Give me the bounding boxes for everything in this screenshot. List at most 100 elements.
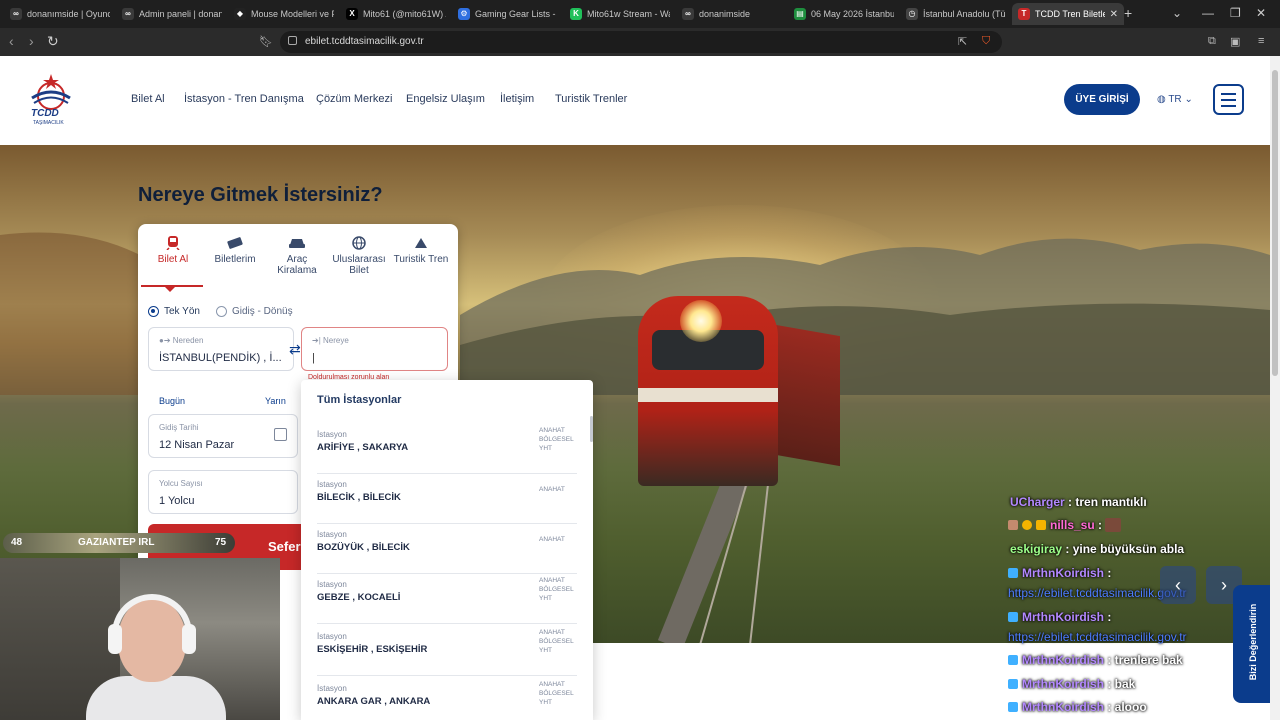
logo-subtext: TAŞIMACILIK	[33, 120, 64, 126]
scrollbar-thumb[interactable]	[1272, 70, 1278, 376]
station-name: ESKİŞEHİR , ESKİŞEHİR	[317, 644, 428, 655]
browser-tab[interactable]: ◆ Mouse Modelleri ve F	[228, 3, 340, 25]
browser-tab[interactable]: X Mito61 (@mito61W) /	[340, 3, 452, 25]
new-tab-icon[interactable]: +	[1124, 5, 1132, 21]
browser-tab[interactable]: ⚙ Gaming Gear Lists - P	[452, 3, 564, 25]
quick-date-tomorrow[interactable]: Yarın	[265, 396, 286, 406]
browser-tab[interactable]: K Mito61w Stream - Wa	[564, 3, 676, 25]
dropdown-scrollbar[interactable]	[590, 416, 593, 442]
station-option[interactable]: İstasyon BİLECİK , BİLECİK ANAHAT	[317, 474, 577, 524]
nav-engelsiz-ulasim[interactable]: Engelsiz Ulaşım	[406, 93, 485, 105]
browser-tab[interactable]: ∞ Admin paneli | donan	[116, 3, 228, 25]
trip-type-round-trip[interactable]: Gidiş - Dönüş	[216, 306, 293, 317]
chat-message: MrthnKoirdish :	[1008, 610, 1111, 624]
chat-badge-icon	[1036, 520, 1046, 530]
to-station-field[interactable]: ➔| Nereye |	[301, 327, 448, 371]
chevron-down-icon: ⌄	[1181, 94, 1193, 105]
tab-close-icon[interactable]: ✕	[1110, 9, 1118, 20]
quick-date-today[interactable]: Bugün	[159, 396, 185, 406]
tab-turistik-tren[interactable]: Turistik Tren	[390, 236, 452, 265]
site-header: TCDD TAŞIMACILIK Bilet Al İstasyon - Tre…	[0, 56, 1270, 145]
browser-tab-active[interactable]: T TCDD Tren Biletle ✕	[1012, 3, 1124, 25]
station-type: ANAHAT BÖLGESEL YHT	[539, 629, 574, 654]
chat-username: MrthnKoirdish	[1022, 653, 1104, 667]
tab-biletlerim[interactable]: Biletlerim	[204, 236, 266, 265]
passenger-count-field[interactable]: Yolcu Sayısı 1 Yolcu	[148, 470, 298, 514]
chat-text: tren mantıklı	[1075, 495, 1147, 509]
radio-label: Tek Yön	[164, 306, 200, 317]
station-option[interactable]: İstasyon ARİFİYE , SAKARYA ANAHAT BÖLGES…	[317, 424, 577, 474]
chat-message: MrthnKoirdish :	[1008, 566, 1111, 580]
trip-type-one-way[interactable]: Tek Yön	[148, 306, 200, 317]
feedback-tab[interactable]: Bizi Değerlendirin	[1233, 585, 1271, 703]
hamburger-menu-button[interactable]	[1213, 84, 1244, 115]
calendar-icon[interactable]	[274, 428, 287, 441]
wallet-icon[interactable]: ▣	[1230, 35, 1240, 48]
webcam-overlay	[0, 558, 280, 720]
tab-title: Mouse Modelleri ve F	[251, 9, 334, 19]
station-name: GEBZE , KOCAELİ	[317, 592, 401, 603]
station-option[interactable]: İstasyon ESKİŞEHİR , ESKİŞEHİR ANAHAT BÖ…	[317, 626, 577, 676]
tab-favicon-icon: ∞	[682, 8, 694, 20]
chat-badge-icon	[1022, 520, 1032, 530]
from-value: İSTANBUL(PENDİK) , İ...	[159, 352, 282, 364]
member-login-button[interactable]: ÜYE GİRİŞİ	[1064, 84, 1140, 115]
browser-tab[interactable]: ▤ 06 May 2026 İstanbul	[788, 3, 900, 25]
tab-favicon-icon: ⚙	[458, 8, 470, 20]
back-icon[interactable]: ‹	[9, 33, 14, 49]
browser-menu-icon[interactable]: ≡	[1258, 35, 1264, 47]
url-text: ebilet.tcddtasimacilik.gov.tr	[305, 36, 424, 47]
tab-bilet-al[interactable]: Bilet Al	[142, 236, 204, 265]
station-type: ANAHAT BÖLGESEL YHT	[539, 681, 574, 706]
close-window-icon[interactable]: ✕	[1256, 6, 1266, 20]
tab-title: Mito61w Stream - Wa	[587, 9, 670, 19]
chat-message: MrthnKoirdish : trenlere bak	[1008, 653, 1183, 667]
nav-iletisim[interactable]: İletişim	[500, 93, 534, 105]
chat-separator: :	[1104, 610, 1112, 624]
tab-list-chevron-icon[interactable]: ⌄	[1172, 6, 1182, 20]
tab-favicon-icon: K	[570, 8, 582, 20]
browser-tab[interactable]: ∞ donanimside	[676, 3, 788, 25]
station-kind: İstasyon	[317, 430, 347, 439]
nav-cozum-merkezi[interactable]: Çözüm Merkezi	[316, 93, 392, 105]
nav-bilet-al[interactable]: Bilet Al	[131, 93, 165, 105]
reload-icon[interactable]: ↻	[47, 33, 59, 50]
brave-shield-icon[interactable]: ⛉	[982, 35, 990, 48]
chat-username: MrthnKoirdish	[1022, 677, 1104, 691]
page-scrollbar[interactable]	[1270, 56, 1280, 720]
tab-arac-kiralama[interactable]: Araç Kiralama	[266, 236, 328, 276]
arrival-icon: ➔|	[312, 336, 324, 345]
station-option[interactable]: İstasyon BOZÜYÜK , BİLECİK ANAHAT	[317, 524, 577, 574]
chat-badge-icon	[1008, 679, 1018, 689]
headphone-right	[182, 624, 196, 654]
bookmark-icon[interactable]: 🔖︎	[259, 35, 273, 48]
station-name: BİLECİK , BİLECİK	[317, 492, 401, 503]
forward-icon[interactable]: ›	[29, 33, 34, 49]
site-info-icon[interactable]	[288, 36, 297, 45]
chat-username: MrthnKoirdish	[1022, 566, 1104, 580]
headlight	[680, 300, 722, 342]
nav-turistik-trenler[interactable]: Turistik Trenler	[555, 93, 627, 105]
carousel-prev-button[interactable]: ‹	[1160, 566, 1196, 604]
tab-uluslararasi-bilet[interactable]: Uluslararası Bilet	[328, 236, 390, 276]
chat-separator: :	[1104, 700, 1115, 714]
language-selector[interactable]: ◍ TR ⌄	[1157, 94, 1193, 105]
chat-badge-icon	[1008, 702, 1018, 712]
stream-location-bar: 48 GAZIANTEP IRL 75	[3, 533, 235, 553]
browser-tab[interactable]: ∞ donanımside | Oyuncu	[4, 3, 116, 25]
restore-icon[interactable]: ❐	[1230, 6, 1241, 20]
chat-url[interactable]: https://ebilet.tcddtasimacilik.gov.tr	[1008, 630, 1187, 644]
chat-separator: :	[1104, 566, 1112, 580]
extensions-icon[interactable]: ⧉	[1208, 35, 1216, 48]
address-bar[interactable]: ebilet.tcddtasimacilik.gov.tr	[280, 31, 1002, 53]
chat-badge-icon	[1008, 612, 1018, 622]
station-option[interactable]: İstasyon GEBZE , KOCAELİ ANAHAT BÖLGESEL…	[317, 574, 577, 624]
nav-istasyon-tren-danisma[interactable]: İstasyon - Tren Danışma	[184, 93, 304, 105]
from-station-field[interactable]: ●➔ Nereden İSTANBUL(PENDİK) , İ...	[148, 327, 294, 371]
station-option[interactable]: İstasyon ANKARA GAR , ANKARA ANAHAT BÖLG…	[317, 678, 577, 720]
share-icon[interactable]: ⇱	[958, 35, 967, 48]
browser-tab[interactable]: ◷ İstanbul Anadolu (Tür	[900, 3, 1012, 25]
minimize-icon[interactable]: —	[1202, 6, 1214, 20]
radio-unselected-icon	[216, 306, 227, 317]
chat-username: UCharger	[1010, 495, 1065, 509]
